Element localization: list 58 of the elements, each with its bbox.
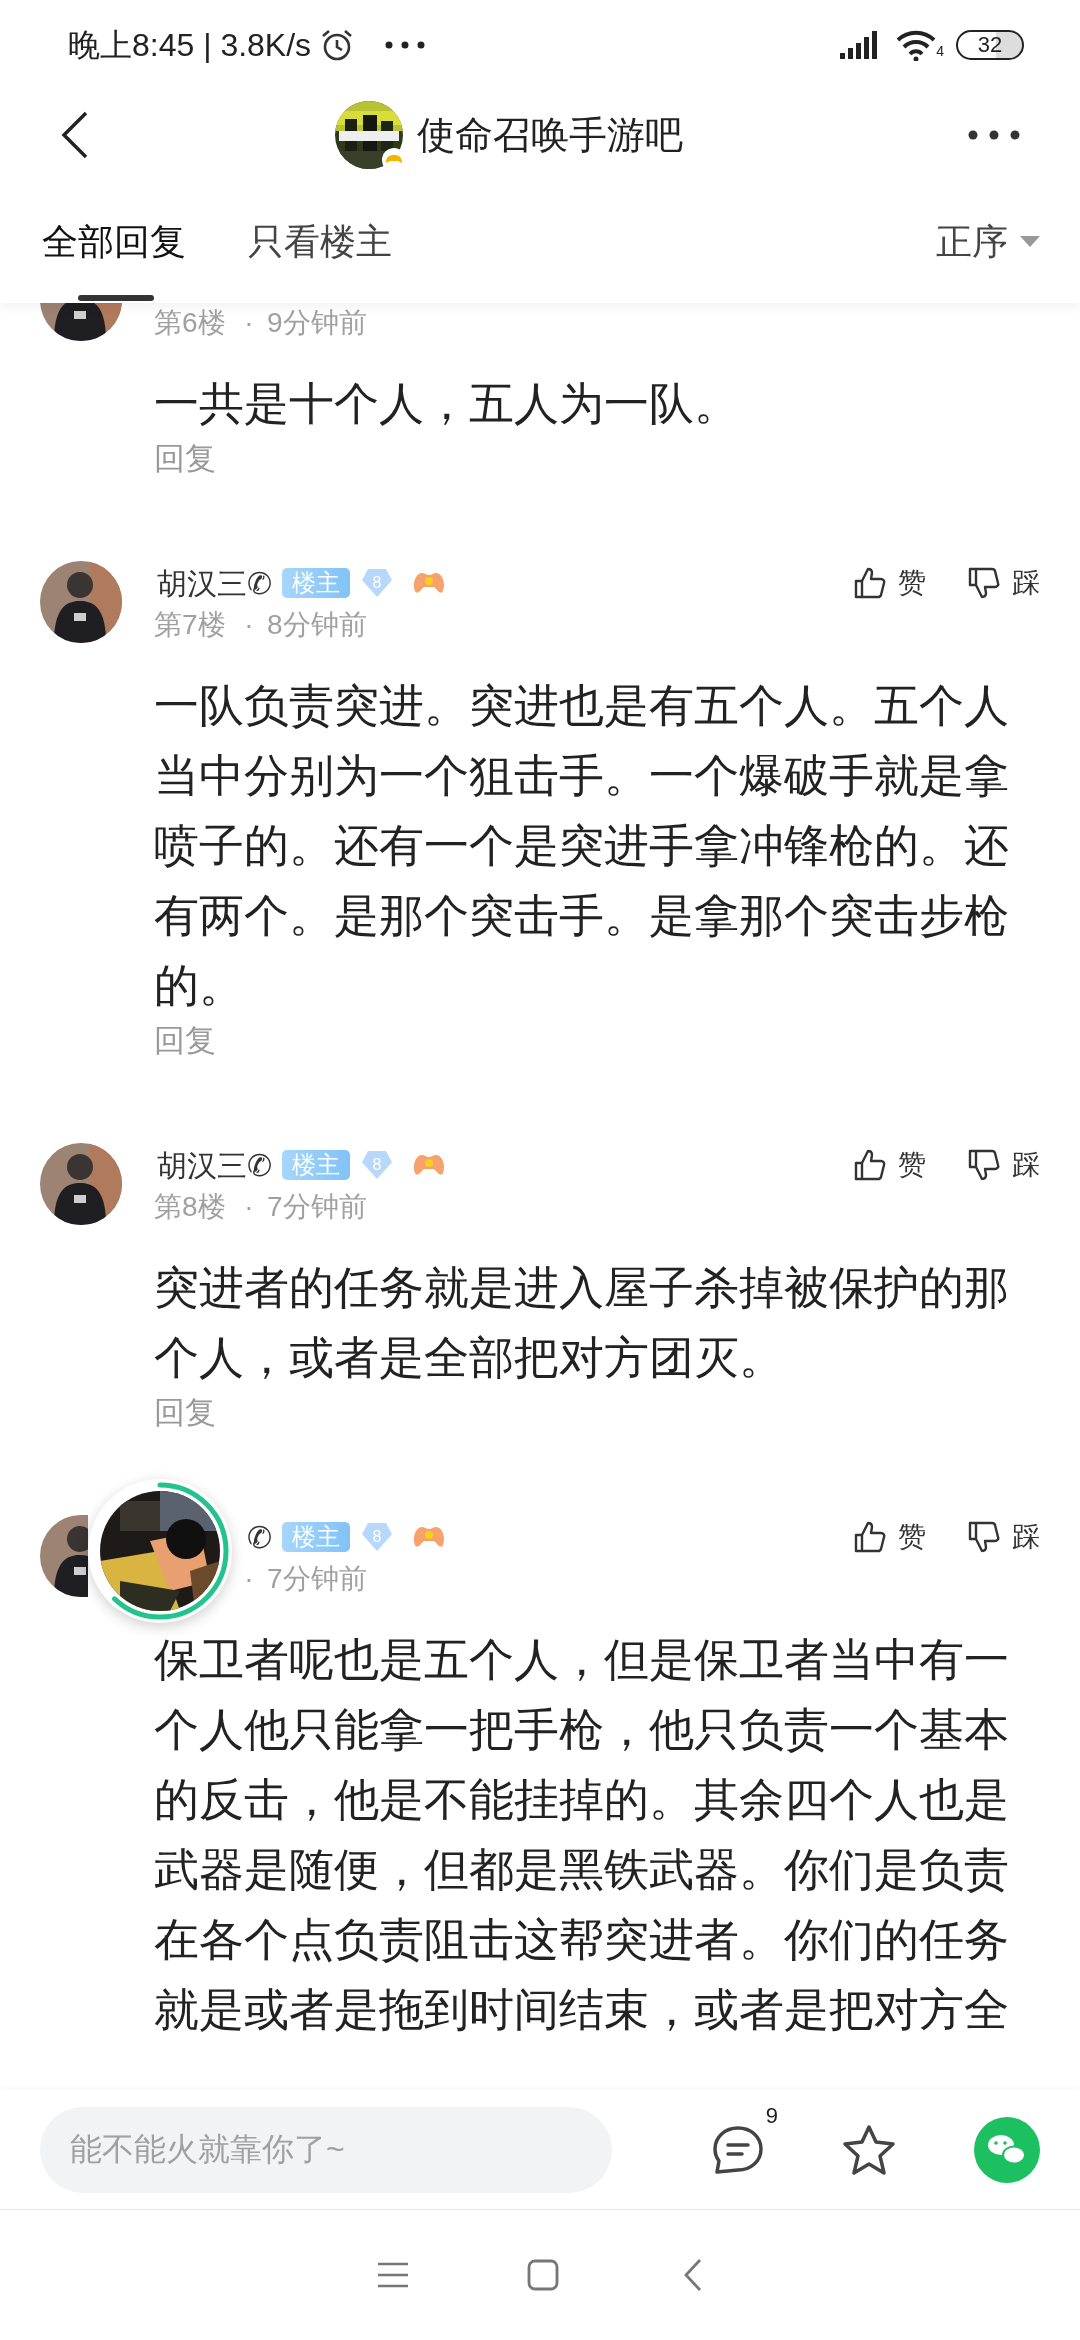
comment-icon[interactable] xyxy=(712,2124,764,2175)
more-icon[interactable] xyxy=(968,130,1020,140)
menu-icon[interactable] xyxy=(377,2261,409,2289)
like-button[interactable]: 赞 xyxy=(852,1516,926,1558)
op-badge: 楼主 xyxy=(282,1150,350,1180)
battery-indicator: 32 xyxy=(956,30,1024,60)
controller-icon xyxy=(412,571,446,595)
dislike-button[interactable]: 踩 xyxy=(966,1144,1040,1186)
user-name[interactable]: 胡汉三✆ xyxy=(157,560,272,606)
post-time: 7分钟前 xyxy=(267,1562,367,1596)
wifi-icon xyxy=(896,29,937,61)
user-name[interactable]: ✆ xyxy=(247,1514,272,1560)
like-button[interactable]: 赞 xyxy=(852,562,926,604)
floor-number: 第8楼 xyxy=(154,1191,226,1222)
op-badge: 楼主 xyxy=(282,568,350,598)
thumbs-up-icon xyxy=(852,565,888,601)
like-button[interactable]: 赞 xyxy=(852,1144,926,1186)
tab[interactable]: 只看楼主 xyxy=(248,180,392,303)
thumbs-up-icon xyxy=(852,1147,888,1183)
post-content: 保卫者呢也是五个人，但是保卫者当中有一个人他只能拿一把手枪，他只负责一个基本的反击，他是不能挂掉的。其余四个人也是武器是随便，但都是黑铁武器。你们是负责在各个点负责阻击这帮突进者。你们的任务就是或者是拖到时间结束，或者是把对方全 xyxy=(154,1633,1010,2037)
post-content: 一共是十个人，五人为一队。 xyxy=(154,377,740,431)
user-name[interactable]: 胡汉三✆ xyxy=(157,1142,272,1188)
op-badge: 楼主 xyxy=(282,1522,350,1552)
controller-icon xyxy=(412,1153,446,1177)
more-icon xyxy=(385,41,426,49)
forum-title: 使命召唤手游吧 xyxy=(417,112,683,158)
post-time: 8分钟前 xyxy=(267,608,367,642)
tab[interactable]: 全部回复 xyxy=(42,180,186,303)
network-type: 4 xyxy=(936,42,944,61)
post-time: 7分钟前 xyxy=(267,1190,367,1224)
level-badge: 8 xyxy=(362,1151,392,1179)
separator-dot: · xyxy=(244,608,254,642)
sort-button[interactable]: 正序 xyxy=(936,214,1040,269)
thumbs-down-icon xyxy=(966,565,1002,601)
post-content: 突进者的任务就是进入屋子杀掉被保护的那个人，或者是全部把对方团灭。 xyxy=(154,1261,1010,1385)
back-icon[interactable] xyxy=(60,110,90,160)
separator-dot: · xyxy=(244,1562,254,1596)
comment-count: 9 xyxy=(765,2101,778,2130)
home-icon[interactable] xyxy=(527,2259,559,2291)
floor-number: 第7楼 xyxy=(154,609,226,640)
separator-dot: · xyxy=(244,1190,254,1224)
status-time: 晚上8:45 | 3.8K/s xyxy=(68,26,312,65)
post-content: 一队负责突进。突进也是有五个人。五个人当中分别为一个狙击手。一个爆破手就是拿喷子的。还有一个是突进手拿冲锋枪的。还有两个。是那个突击手。是拿那个突击步枪的。 xyxy=(154,679,1010,1013)
dislike-button[interactable]: 踩 xyxy=(966,1516,1040,1558)
dislike-button[interactable]: 踩 xyxy=(966,562,1040,604)
thumbs-up-icon xyxy=(852,1519,888,1555)
separator-dot: · xyxy=(244,306,254,340)
post-time: 9分钟前 xyxy=(267,306,367,340)
floor-number: 第6楼 xyxy=(154,307,226,338)
avatar[interactable] xyxy=(40,1515,88,1597)
thumbs-down-icon xyxy=(966,1519,1002,1555)
star-icon[interactable] xyxy=(842,2123,896,2176)
controller-icon xyxy=(412,1525,446,1549)
thumbs-down-icon xyxy=(966,1147,1002,1183)
level-badge: 8 xyxy=(362,1523,392,1551)
level-badge: 8 xyxy=(362,569,392,597)
comment-field[interactable]: 能不能火就靠你了~ xyxy=(40,2106,612,2193)
caret-icon xyxy=(1020,235,1040,248)
